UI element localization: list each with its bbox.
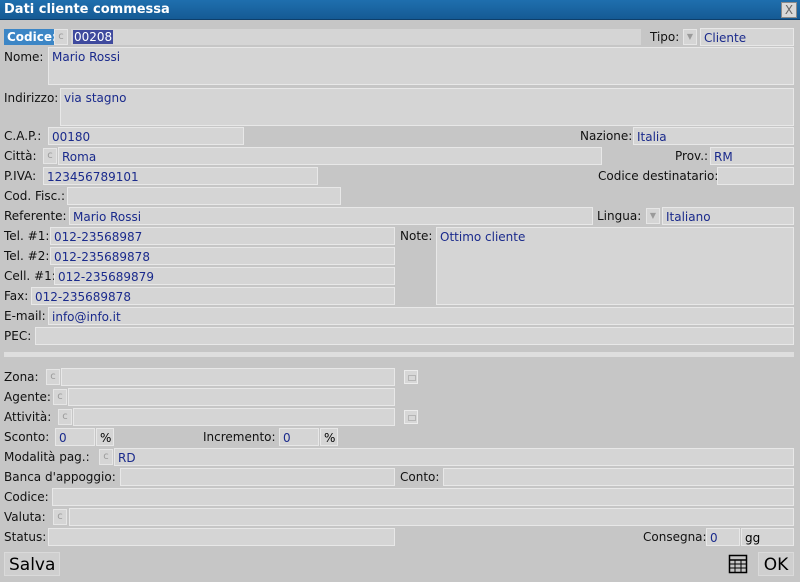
salva-button[interactable]: Salva [4, 552, 61, 576]
attivita-field[interactable] [73, 408, 395, 426]
citta-lookup-button[interactable]: c [43, 148, 57, 164]
codice-lookup-button[interactable]: c [54, 29, 68, 45]
modalita-pag-field[interactable]: RD [114, 448, 794, 466]
referente-field[interactable]: Mario Rossi [69, 207, 593, 225]
cap-field[interactable]: 00180 [48, 127, 244, 145]
zona-label: Zona: [4, 370, 39, 384]
status-field[interactable] [48, 528, 395, 546]
conto-field[interactable] [443, 468, 794, 486]
zona-field[interactable] [61, 368, 395, 386]
banca-label: Banca d'appoggio: [4, 470, 116, 484]
attivita-lookup-button[interactable]: c [58, 409, 72, 425]
note-field[interactable]: Ottimo cliente [436, 227, 794, 305]
citta-field[interactable]: Roma [58, 147, 602, 165]
status-label: Status: [4, 530, 47, 544]
tel1-field[interactable]: 012-23568987 [50, 227, 395, 245]
tipo-label: Tipo: [650, 30, 680, 44]
nazione-label: Nazione: [580, 129, 633, 143]
tipo-dropdown-button[interactable]: ▼ [683, 29, 697, 45]
piva-label: P.IVA: [4, 169, 37, 183]
cell1-label: Cell. #1: [4, 269, 56, 283]
close-button[interactable]: X [781, 2, 797, 18]
piva-field[interactable]: 123456789101 [43, 167, 318, 185]
indirizzo-label: Indirizzo: [4, 91, 59, 105]
fax-label: Fax: [4, 289, 29, 303]
cod-fisc-field[interactable] [67, 187, 341, 205]
incremento-unit: % [320, 428, 338, 446]
pec-field[interactable] [35, 327, 794, 345]
email-label: E-mail: [4, 309, 46, 323]
sconto-label: Sconto: [4, 430, 50, 444]
nome-label: Nome: [4, 50, 44, 64]
lingua-dropdown-button[interactable]: ▼ [646, 208, 660, 224]
lingua-label: Lingua: [597, 209, 642, 223]
zona-open-icon[interactable] [404, 370, 418, 384]
banca-field[interactable] [120, 468, 395, 486]
codice2-label: Codice: [4, 490, 49, 504]
cap-label: C.A.P.: [4, 129, 42, 143]
tel2-label: Tel. #2: [4, 249, 50, 263]
consegna-unit: gg [741, 528, 794, 546]
citta-label: Città: [4, 149, 37, 163]
attivita-label: Attività: [4, 410, 52, 424]
valuta-lookup-button[interactable]: c [53, 509, 67, 525]
cell1-field[interactable]: 012-235689879 [54, 267, 395, 285]
prov-label: Prov.: [675, 149, 709, 163]
section-divider [4, 352, 794, 357]
tel1-label: Tel. #1: [4, 229, 50, 243]
incremento-label: Incremento: [203, 430, 276, 444]
ok-button[interactable]: OK [758, 552, 794, 576]
conto-label: Conto: [400, 470, 440, 484]
agente-lookup-button[interactable]: c [53, 389, 67, 405]
cod-fisc-label: Cod. Fisc.: [4, 189, 66, 203]
tel2-field[interactable]: 012-235689878 [50, 247, 395, 265]
indirizzo-field[interactable]: via stagno [60, 88, 794, 126]
email-field[interactable]: info@info.it [48, 307, 794, 325]
lingua-field[interactable]: Italiano [662, 207, 794, 225]
sconto-unit: % [96, 428, 114, 446]
window-title: Dati cliente commessa [4, 2, 170, 17]
codice2-field[interactable] [52, 488, 794, 506]
consegna-label: Consegna: [643, 530, 707, 544]
modalita-pag-label: Modalità pag.: [4, 450, 90, 464]
agente-label: Agente: [4, 390, 51, 404]
nazione-field[interactable]: Italia [633, 127, 794, 145]
codice-field[interactable]: 00208 [71, 29, 641, 45]
title-bar: Dati cliente commessa X [0, 0, 800, 20]
agente-field[interactable] [68, 388, 395, 406]
sconto-field[interactable]: 0 [55, 428, 95, 446]
attivita-open-icon[interactable] [404, 410, 418, 424]
incremento-field[interactable]: 0 [279, 428, 319, 446]
codice-value: 00208 [73, 30, 114, 44]
modalita-pag-lookup-button[interactable]: c [99, 449, 113, 465]
codice-destinatario-label: Codice destinatario: [598, 169, 719, 183]
referente-label: Referente: [4, 209, 67, 223]
zona-lookup-button[interactable]: c [46, 369, 60, 385]
tipo-field[interactable]: Cliente [700, 28, 794, 46]
consegna-field[interactable]: 0 [706, 528, 740, 546]
codice-destinatario-field[interactable] [717, 167, 794, 185]
fax-field[interactable]: 012-235689878 [31, 287, 395, 305]
valuta-label: Valuta: [4, 510, 46, 524]
valuta-field[interactable] [69, 508, 794, 526]
prov-field[interactable]: RM [710, 147, 794, 165]
table-icon[interactable] [728, 554, 748, 574]
nome-field[interactable]: Mario Rossi [48, 47, 794, 85]
note-label: Note: [400, 229, 433, 243]
codice-label: Codice: [4, 29, 60, 45]
pec-label: PEC: [4, 329, 32, 343]
